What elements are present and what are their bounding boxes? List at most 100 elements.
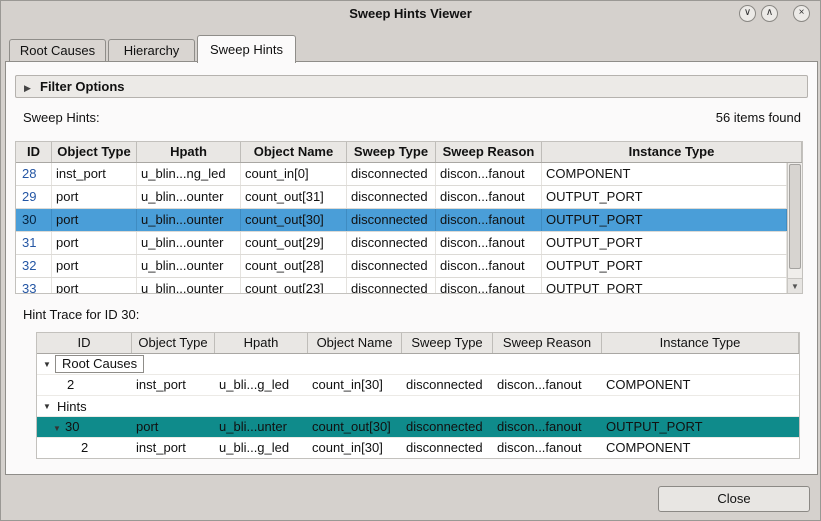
- column-header-instance-type[interactable]: Instance Type: [602, 333, 799, 353]
- cell-instance-type: COMPONENT: [602, 438, 799, 458]
- table-row-30-selected[interactable]: 30 port u_blin...ounter count_out[30] di…: [16, 209, 787, 232]
- cell-id: 31: [16, 232, 52, 254]
- cell-sweep-reason: discon...fanout: [493, 417, 602, 437]
- cell-id: 32: [16, 255, 52, 277]
- scrollbar-down-button[interactable]: ▼: [788, 278, 802, 293]
- close-window-button[interactable]: ×: [793, 5, 810, 22]
- cell-sweep-type: disconnected: [347, 255, 436, 277]
- cell-id: 2: [37, 375, 132, 395]
- cell-sweep-type: disconnected: [347, 209, 436, 231]
- column-header-object-name[interactable]: Object Name: [308, 333, 402, 353]
- filter-options-toggle[interactable]: ▶Filter Options: [15, 75, 808, 98]
- sweep-hints-table: ID Object Type Hpath Object Name Sweep T…: [15, 141, 803, 294]
- column-header-id[interactable]: ID: [16, 142, 52, 162]
- column-header-hpath[interactable]: Hpath: [137, 142, 241, 162]
- column-header-sweep-reason[interactable]: Sweep Reason: [436, 142, 542, 162]
- column-header-object-type[interactable]: Object Type: [132, 333, 215, 353]
- tab-hierarchy[interactable]: Hierarchy: [108, 39, 195, 62]
- cell-hpath: u_blin...ounter: [137, 209, 241, 231]
- column-header-object-type[interactable]: Object Type: [52, 142, 137, 162]
- cell-object-name: count_out[31]: [241, 186, 347, 208]
- column-header-sweep-type[interactable]: Sweep Type: [347, 142, 436, 162]
- shade-window-button[interactable]: ∨: [739, 5, 756, 22]
- cell-hpath: u_blin...ounter: [137, 278, 241, 294]
- cell-sweep-type: disconnected: [402, 375, 493, 395]
- cell-object-type: port: [52, 232, 137, 254]
- tree-group-hints[interactable]: ▼ Hints: [37, 396, 799, 417]
- unshade-window-button[interactable]: ∧: [761, 5, 778, 22]
- column-header-hpath[interactable]: Hpath: [215, 333, 308, 353]
- scroll-down-icon: ▼: [791, 282, 799, 291]
- cell-sweep-reason: discon...fanout: [436, 232, 542, 254]
- sweep-hints-table-header: ID Object Type Hpath Object Name Sweep T…: [16, 142, 802, 163]
- column-header-instance-type[interactable]: Instance Type: [542, 142, 802, 162]
- cell-instance-type: OUTPUT_PORT: [542, 186, 787, 208]
- expander-down-icon[interactable]: ▼: [43, 360, 55, 369]
- cell-id: 29: [16, 186, 52, 208]
- cell-instance-type: OUTPUT_PORT: [542, 278, 787, 294]
- cell-sweep-type: disconnected: [347, 186, 436, 208]
- cell-id: 33: [16, 278, 52, 294]
- vertical-scrollbar[interactable]: ▼: [787, 163, 802, 293]
- title-bar[interactable]: Sweep Hints Viewer ∨ ∧ ×: [1, 1, 820, 27]
- table-row-28[interactable]: 28 inst_port u_blin...ng_led count_in[0]…: [16, 163, 787, 186]
- cell-sweep-reason: discon...fanout: [436, 186, 542, 208]
- table-row-32[interactable]: 32 port u_blin...ounter count_out[28] di…: [16, 255, 787, 278]
- cell-instance-type: OUTPUT_PORT: [542, 209, 787, 231]
- sweep-hints-label: Sweep Hints:: [23, 110, 100, 125]
- cell-object-type: inst_port: [132, 438, 215, 458]
- table-row-29[interactable]: 29 port u_blin...ounter count_out[31] di…: [16, 186, 787, 209]
- chevron-up-icon: ∧: [766, 7, 773, 18]
- scrollbar-thumb[interactable]: [789, 164, 801, 269]
- cell-sweep-type: disconnected: [347, 232, 436, 254]
- close-button[interactable]: Close: [658, 486, 810, 512]
- trace-row-30-selected[interactable]: ▼30 port u_bli...unter count_out[30] dis…: [37, 417, 799, 438]
- cell-sweep-reason: discon...fanout: [493, 375, 602, 395]
- cell-sweep-reason: discon...fanout: [436, 255, 542, 277]
- cell-sweep-type: disconnected: [347, 278, 436, 294]
- cell-hpath: u_blin...ounter: [137, 186, 241, 208]
- expander-down-icon[interactable]: ▼: [53, 419, 65, 437]
- cell-sweep-reason: discon...fanout: [436, 209, 542, 231]
- column-header-id[interactable]: ID: [37, 333, 132, 353]
- group-label-hints: Hints: [55, 399, 87, 414]
- cell-instance-type: OUTPUT_PORT: [542, 232, 787, 254]
- cell-instance-type: COMPONENT: [542, 163, 787, 185]
- cell-id-text: 30: [65, 419, 79, 434]
- cell-sweep-type: disconnected: [347, 163, 436, 185]
- expander-down-icon[interactable]: ▼: [43, 402, 55, 411]
- tree-group-root-causes[interactable]: ▼ Root Causes: [37, 354, 799, 375]
- cell-object-name: count_out[30]: [308, 417, 402, 437]
- items-found-count: 56 items found: [716, 110, 801, 125]
- table-row-31[interactable]: 31 port u_blin...ounter count_out[29] di…: [16, 232, 787, 255]
- column-header-object-name[interactable]: Object Name: [241, 142, 347, 162]
- tab-sweep-hints[interactable]: Sweep Hints: [197, 35, 296, 63]
- table-row-33[interactable]: 33 port u_blin...ounter count_out[23] di…: [16, 278, 787, 294]
- sweep-hints-viewer-window: Sweep Hints Viewer ∨ ∧ × Root Causes Hie…: [0, 0, 821, 521]
- cell-instance-type: COMPONENT: [602, 375, 799, 395]
- column-header-sweep-type[interactable]: Sweep Type: [402, 333, 493, 353]
- cell-object-name: count_out[28]: [241, 255, 347, 277]
- cell-instance-type: OUTPUT_PORT: [542, 255, 787, 277]
- cell-sweep-reason: discon...fanout: [436, 278, 542, 294]
- hint-trace-table: ID Object Type Hpath Object Name Sweep T…: [36, 332, 800, 459]
- expander-collapsed-icon: ▶: [24, 78, 36, 99]
- cell-object-name: count_out[29]: [241, 232, 347, 254]
- sweep-hints-tab-panel: ▶Filter Options Sweep Hints: 56 items fo…: [5, 61, 818, 475]
- cell-id: 28: [16, 163, 52, 185]
- close-icon: ×: [799, 7, 805, 18]
- column-header-sweep-reason[interactable]: Sweep Reason: [493, 333, 602, 353]
- trace-row-2-child[interactable]: 2 inst_port u_bli...g_led count_in[30] d…: [37, 438, 799, 459]
- cell-sweep-type: disconnected: [402, 417, 493, 437]
- trace-row-2[interactable]: 2 inst_port u_bli...g_led count_in[30] d…: [37, 375, 799, 396]
- tab-root-causes[interactable]: Root Causes: [9, 39, 106, 62]
- cell-object-type: port: [52, 186, 137, 208]
- cell-sweep-reason: discon...fanout: [493, 438, 602, 458]
- cell-object-name: count_out[30]: [241, 209, 347, 231]
- cell-instance-type: OUTPUT_PORT: [602, 417, 799, 437]
- cell-id: 2: [37, 438, 132, 458]
- cell-object-type: port: [132, 417, 215, 437]
- cell-hpath: u_bli...unter: [215, 417, 308, 437]
- cell-object-type: port: [52, 209, 137, 231]
- cell-hpath: u_blin...ng_led: [137, 163, 241, 185]
